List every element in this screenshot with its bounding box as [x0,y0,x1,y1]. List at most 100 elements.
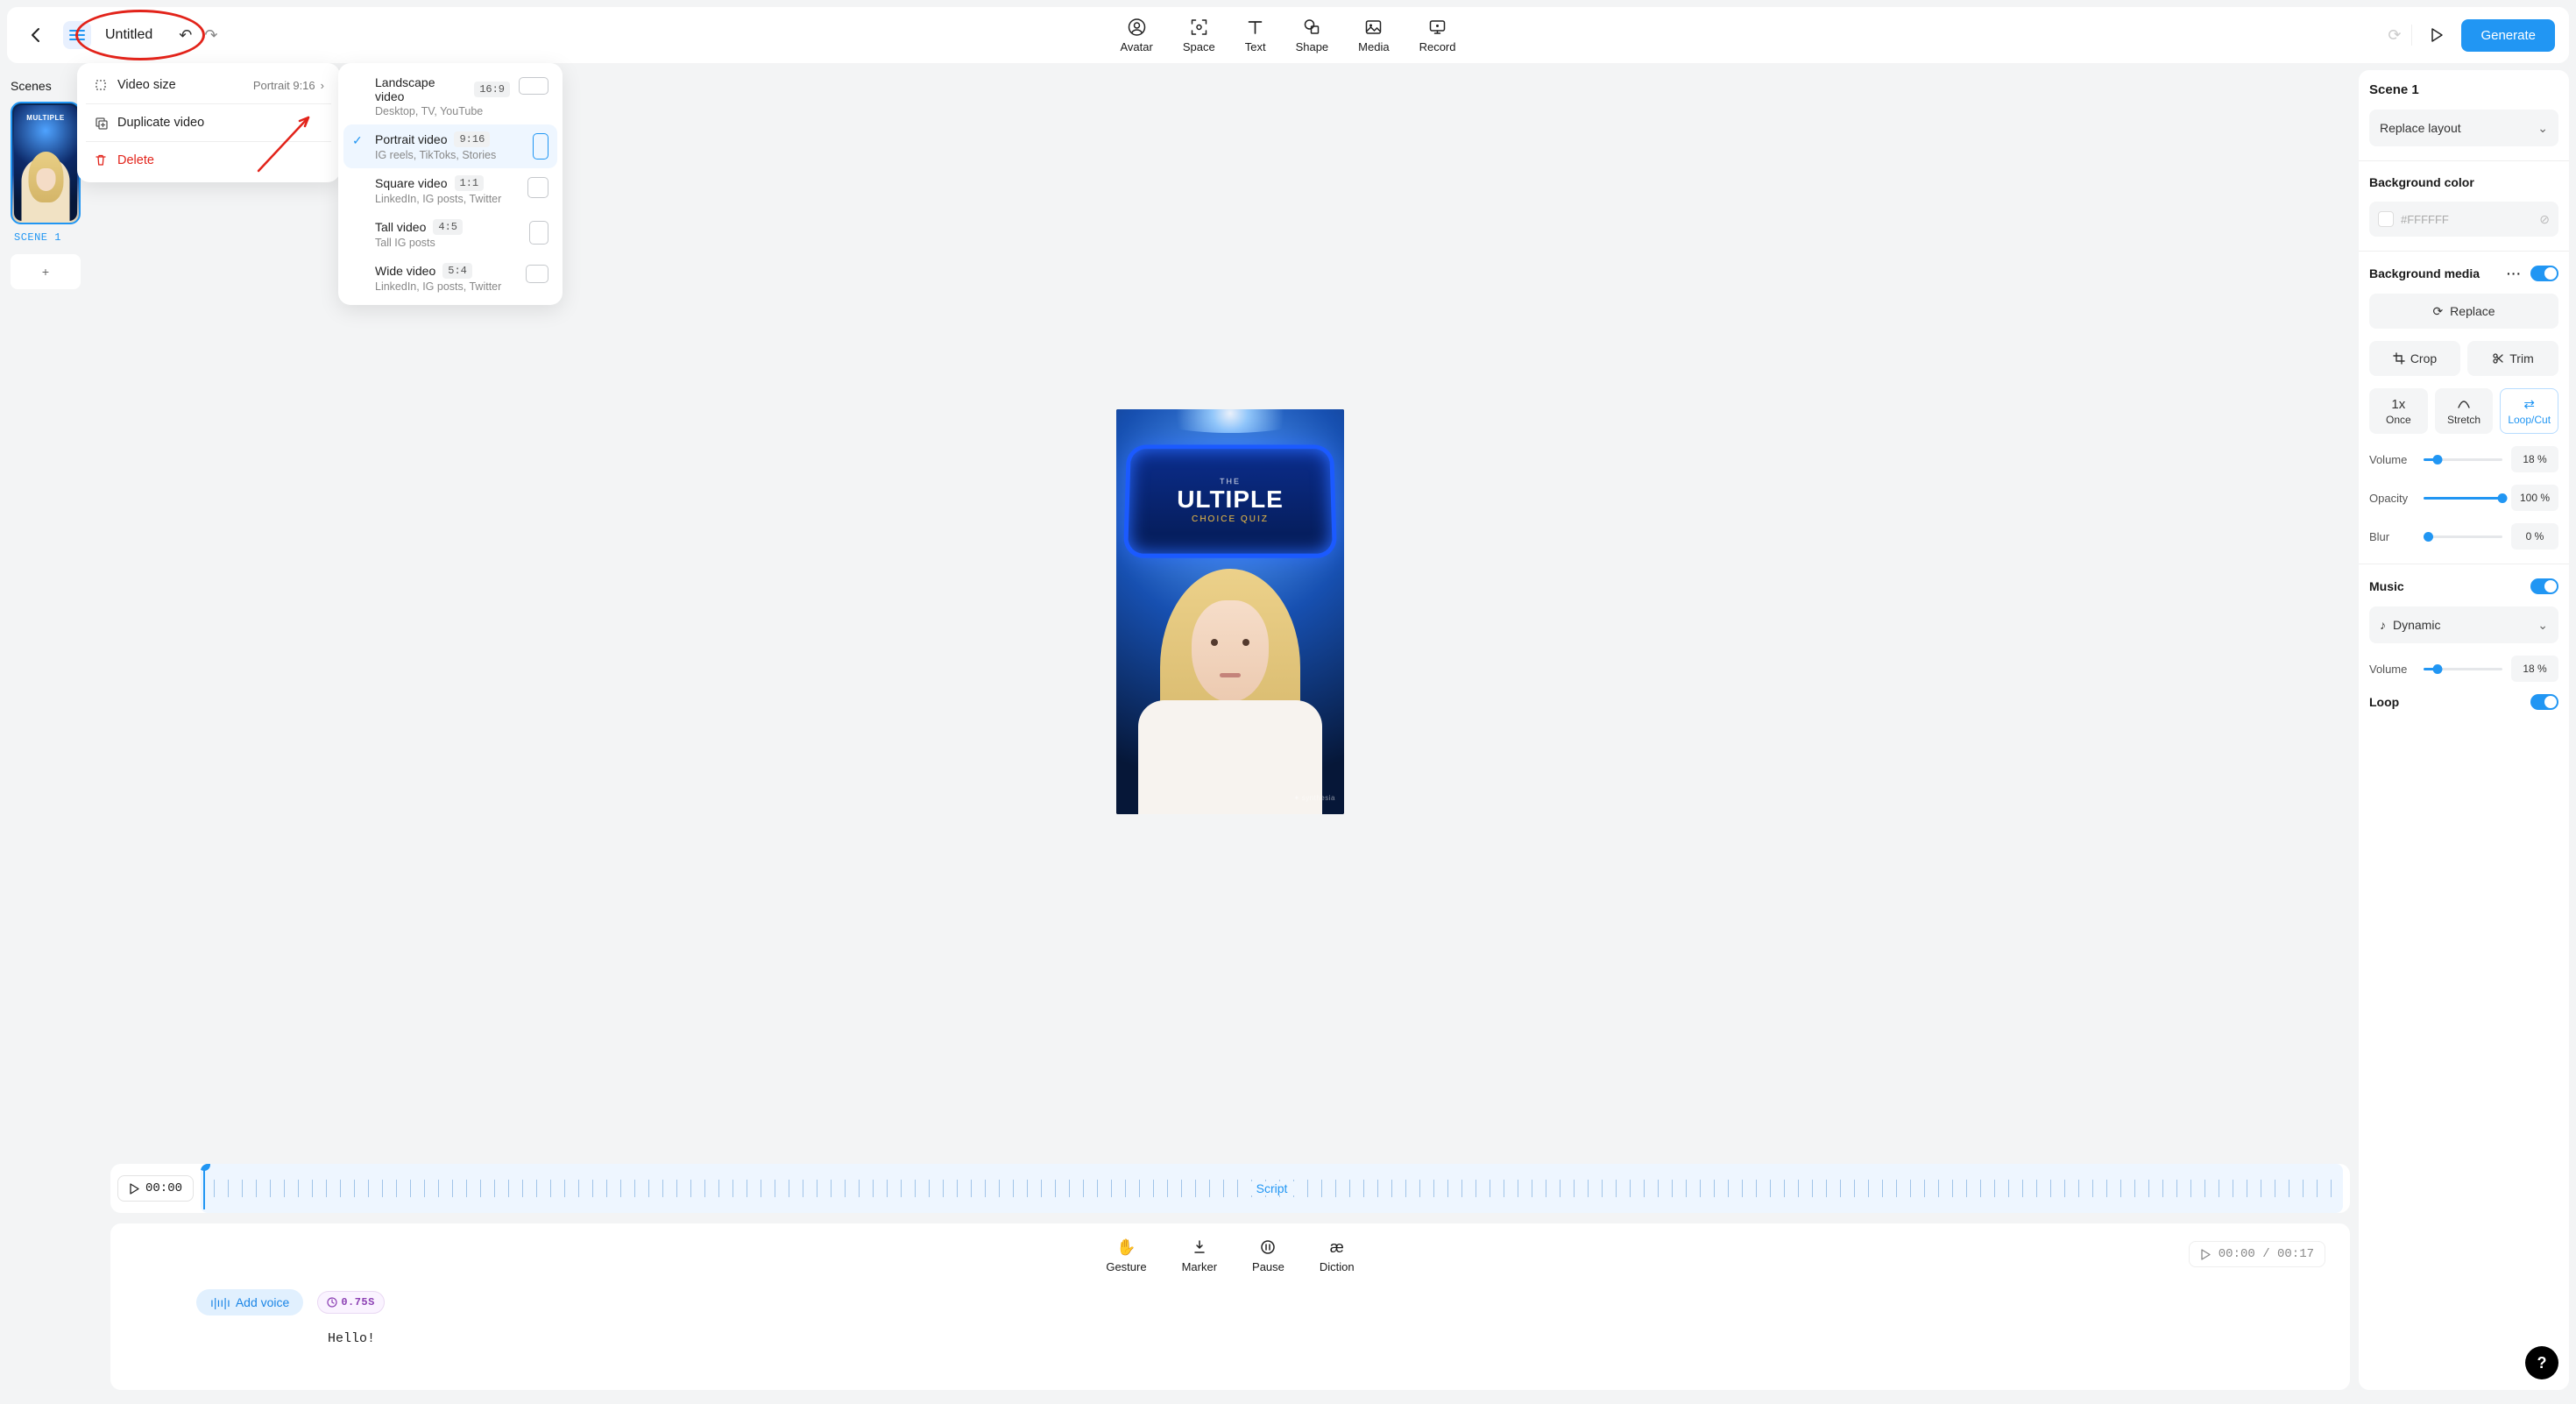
tool-space-label: Space [1183,40,1215,53]
menu-button[interactable] [63,21,91,49]
undo-button[interactable]: ↶ [179,26,192,45]
aspect-preview [529,221,548,245]
bg-media-toggle[interactable] [2530,266,2558,281]
delete-label: Delete [117,153,154,167]
video-size-label: Video size [117,78,176,92]
script-time-display: 00:00 / 00:17 [2219,1247,2314,1261]
opacity-slider-row: Opacity 100 % [2369,485,2558,511]
aspect-preview [519,77,548,95]
crop-icon [2393,352,2405,365]
scene-thumb-1[interactable]: MULTIPLE [11,102,81,224]
script-tool-diction[interactable]: æ Diction [1320,1237,1355,1273]
divider [2411,25,2412,46]
volume-slider[interactable] [2424,458,2502,461]
size-option-5-4[interactable]: ✓Wide video5:4LinkedIn, IG posts, Twitte… [343,256,557,300]
help-button[interactable]: ? [2525,1346,2558,1379]
play-icon [2200,1249,2212,1260]
music-note-icon: ♪ [2380,618,2386,632]
size-option-16-9[interactable]: ✓Landscape video16:9Desktop, TV, YouTube [343,68,557,124]
script-tool-pause[interactable]: Pause [1252,1237,1284,1273]
sign-sub: CHOICE QUIZ [1192,514,1269,524]
scene-label-1: SCENE 1 [14,231,102,244]
menu-item-video-size[interactable]: Video size Portrait 9:16 › [82,68,335,102]
trim-button[interactable]: Trim [2467,341,2558,376]
project-title[interactable]: Untitled [105,27,152,43]
tool-text[interactable]: Text [1245,18,1266,53]
replace-icon: ⟳ [2432,304,2443,319]
playhead[interactable] [201,1164,209,1213]
add-voice-label: Add voice [236,1295,289,1309]
sign-main: ULTIPLE [1177,487,1284,512]
blur-slider-row: Blur 0 % [2369,523,2558,550]
music-select[interactable]: ♪ Dynamic ⌄ [2369,606,2558,643]
scissors-icon [2492,352,2504,365]
color-swatch [2378,211,2394,227]
replace-layout-select[interactable]: Replace layout ⌄ [2369,110,2558,146]
replace-media-button[interactable]: ⟳ Replace [2369,294,2558,329]
size-option-4-5[interactable]: ✓Tall video4:5Tall IG posts [343,212,557,256]
diction-icon: æ [1330,1237,1344,1257]
crop-button[interactable]: Crop [2369,341,2460,376]
opacity-value[interactable]: 100 % [2511,485,2558,511]
video-size-submenu: ✓Landscape video16:9Desktop, TV, YouTube… [338,63,563,305]
script-play-button[interactable]: 00:00 / 00:17 [2189,1241,2325,1267]
music-volume-slider[interactable] [2424,668,2502,670]
music-toggle[interactable] [2530,578,2558,594]
add-voice-chip[interactable]: ı|ıı|ı Add voice [196,1289,303,1315]
visibility-off-icon[interactable]: ⊘ [2539,212,2550,227]
tool-avatar[interactable]: Avatar [1121,18,1153,53]
seg-stretch[interactable]: Stretch [2435,388,2494,434]
tool-shape[interactable]: Shape [1296,18,1329,53]
aspect-preview [526,265,548,283]
tool-media[interactable]: Media [1358,18,1389,53]
video-size-icon [93,78,109,92]
clock-icon [327,1297,337,1308]
generate-button[interactable]: Generate [2461,19,2555,52]
pause-chip-value: 0.75S [341,1296,375,1308]
canvas-avatar [1129,569,1331,814]
tool-space[interactable]: Space [1183,18,1215,53]
size-option-9-16[interactable]: ✓Portrait video9:16IG reels, TikToks, St… [343,124,557,168]
menu-item-delete[interactable]: Delete [82,144,335,177]
trash-icon [93,153,109,167]
add-scene-button[interactable]: + [11,254,81,289]
record-icon [1428,18,1447,37]
loop-label: Loop [2369,695,2399,709]
scene-title: Scene 1 [2369,82,2558,97]
blur-slider[interactable] [2424,535,2502,538]
back-button[interactable] [21,21,49,49]
tool-avatar-label: Avatar [1121,40,1153,53]
music-volume-slider-row: Volume 18 % [2369,656,2558,682]
marker-icon [1192,1237,1207,1257]
bg-media-more-button[interactable]: ··· [2507,266,2522,280]
timeline-script-label: Script [1249,1181,1295,1195]
seg-loop-cut[interactable]: ⇄ Loop/Cut [2500,388,2558,434]
sign-the: THE [1220,477,1241,486]
duplicate-label: Duplicate video [117,116,204,130]
menu-item-duplicate[interactable]: Duplicate video [82,106,335,139]
opacity-slider[interactable] [2424,497,2502,500]
tool-record[interactable]: Record [1419,18,1456,53]
pause-icon [1260,1237,1276,1257]
script-tool-gesture[interactable]: ✋ Gesture [1106,1237,1146,1273]
space-icon [1189,18,1208,37]
once-icon: 1x [2391,397,2405,412]
redo-button[interactable]: ↷ [204,26,217,45]
timeline: 00:00 Script [110,1164,2350,1213]
timeline-track[interactable]: Script [201,1164,2343,1213]
pause-chip[interactable]: 0.75S [317,1291,385,1314]
timeline-play-button[interactable]: 00:00 [117,1175,194,1202]
blur-value[interactable]: 0 % [2511,523,2558,550]
aspect-preview [533,133,548,160]
volume-value[interactable]: 18 % [2511,446,2558,472]
size-option-1-1[interactable]: ✓Square video1:1LinkedIn, IG posts, Twit… [343,168,557,212]
loop-toggle[interactable] [2530,694,2558,710]
seg-once[interactable]: 1x Once [2369,388,2428,434]
preview-play-button[interactable] [2423,21,2451,49]
script-text[interactable]: Hello! [128,1331,2332,1346]
canvas-frame[interactable]: THE ULTIPLE CHOICE QUIZ ✦synthesia [1116,409,1344,814]
script-tool-marker[interactable]: Marker [1182,1237,1217,1273]
aspect-preview [527,177,548,198]
bg-color-field[interactable]: #FFFFFF ⊘ [2369,202,2558,237]
music-volume-value[interactable]: 18 % [2511,656,2558,682]
